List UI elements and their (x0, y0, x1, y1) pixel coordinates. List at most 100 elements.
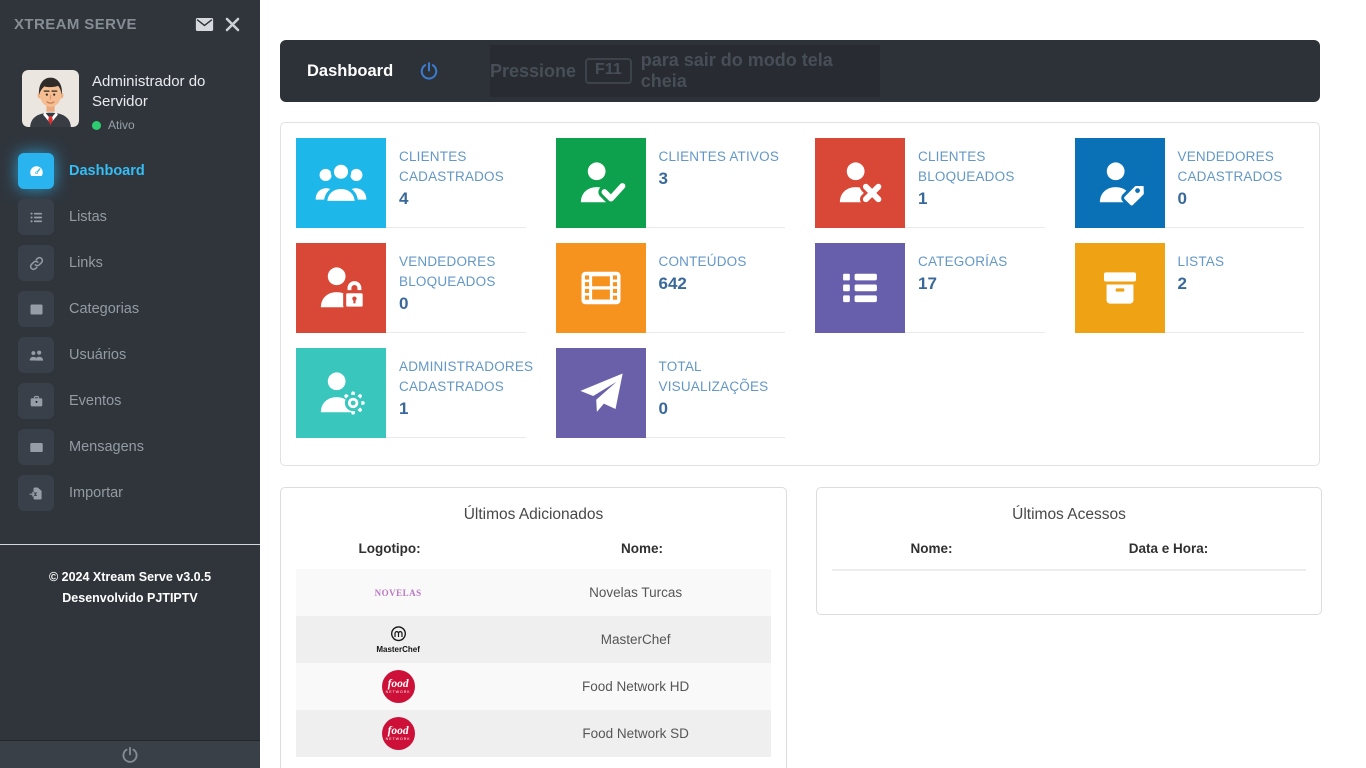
latest-added-panel: Últimos Adicionados Logotipo: Nome: NOVE… (280, 487, 787, 768)
power-icon (120, 745, 140, 765)
fullscreen-notice: Pressione F11 para sair do modo tela che… (490, 45, 880, 97)
sidebar-power-button[interactable] (0, 740, 260, 768)
sidebar-item-importar[interactable]: Importar (0, 470, 260, 516)
novelas-logo: NOVELAS (375, 588, 422, 598)
sidebar: XTREAM SERVE (0, 0, 260, 768)
food-network-logo: foodnetwork (382, 717, 415, 750)
sidebar-item-dashboard[interactable]: Dashboard (0, 148, 260, 194)
briefcase-icon (18, 383, 54, 419)
stats-panel: CLIENTES CADASTRADOS4 CLIENTES ATIVOS3 CLI… (280, 122, 1320, 466)
user-profile: Administrador do Servidor Ativo (0, 48, 260, 132)
topbar: Dashboard Pressione F11 para sair do mod… (280, 40, 1320, 102)
paper-plane-icon (556, 348, 646, 438)
sidebar-item-label: Usuários (69, 347, 126, 363)
sidebar-item-label: Importar (69, 485, 123, 501)
user-gear-icon (296, 348, 386, 438)
sidebar-item-label: Links (69, 255, 103, 271)
import-icon (18, 475, 54, 511)
user-lock-icon (296, 243, 386, 333)
stat-value: 1 (399, 399, 533, 419)
column-header-nome: Nome: (498, 541, 786, 556)
sidebar-divider (0, 544, 260, 545)
sidebar-item-eventos[interactable]: Eventos (0, 378, 260, 424)
main-content: Dashboard Pressione F11 para sair do mod… (260, 0, 1366, 768)
stat-value: 642 (659, 274, 747, 294)
stat-card-conteudos[interactable]: CONTEÚDOS642 (556, 243, 786, 333)
stat-card-categorias[interactable]: CATEGORÍAS17 (815, 243, 1045, 333)
masterchef-logo: MasterChef (376, 625, 420, 654)
link-icon (18, 245, 54, 281)
stat-value: 2 (1178, 274, 1225, 294)
user-status: Ativo (92, 118, 222, 132)
stat-label: TOTAL VISUALIZAÇÕES (659, 357, 786, 397)
column-header-nome: Nome: (832, 541, 1031, 556)
stat-label: CONTEÚDOS (659, 252, 747, 272)
user-tag-icon (1075, 138, 1165, 228)
name-cell: Food Network SD (500, 726, 771, 741)
avatar (22, 70, 79, 127)
envelope-icon (18, 429, 54, 465)
stat-value: 0 (659, 399, 786, 419)
latest-access-header: Nome: Data e Hora: (832, 537, 1306, 571)
list-icon (815, 243, 905, 333)
name-cell: MasterChef (500, 632, 771, 647)
stat-label: LISTAS (1178, 252, 1225, 272)
table-row: foodnetwork Food Network SD (296, 710, 771, 757)
footer-version: © 2024 Xtream Serve v3.0.5 (0, 567, 260, 588)
f11-key: F11 (585, 58, 632, 84)
stat-card-listas[interactable]: LISTAS2 (1075, 243, 1305, 333)
latest-added-rows: NOVELASNovelas TurcasMasterChefMasterChe… (296, 569, 771, 757)
close-icon[interactable] (218, 12, 246, 36)
sidebar-item-categorias[interactable]: Categorias (0, 286, 260, 332)
sidebar-item-links[interactable]: Links (0, 240, 260, 286)
fullscreen-prefix: Pressione (490, 61, 576, 82)
sidebar-item-label: Eventos (69, 393, 121, 409)
messages-envelope-icon[interactable] (190, 12, 218, 36)
stat-card-clientes-bloqueados[interactable]: CLIENTES BLOQUEADOS1 (815, 138, 1045, 228)
logo-cell: foodnetwork (296, 717, 500, 750)
stat-label: VENDEDORES CADASTRADOS (1178, 147, 1305, 187)
sidebar-item-mensagens[interactable]: Mensagens (0, 424, 260, 470)
footer-developer: Desenvolvido PJTIPTV (0, 588, 260, 609)
status-dot-icon (92, 121, 101, 130)
stat-card-clientes-cadastrados[interactable]: CLIENTES CADASTRADOS4 (296, 138, 526, 228)
user-name: Administrador do Servidor (92, 72, 222, 112)
stat-value: 0 (1178, 189, 1305, 209)
fullscreen-suffix: para sair do modo tela cheia (641, 50, 880, 92)
latest-access-panel: Últimos Acessos Nome: Data e Hora: (816, 487, 1322, 615)
logout-power-button[interactable] (418, 60, 440, 82)
sidebar-item-listas[interactable]: Listas (0, 194, 260, 240)
stat-label: CATEGORÍAS (918, 252, 1008, 272)
latest-access-title: Últimos Acessos (817, 488, 1321, 537)
logo-cell: MasterChef (296, 625, 500, 654)
column-header-logotipo: Logotipo: (281, 541, 498, 556)
stat-card-clientes-ativos[interactable]: CLIENTES ATIVOS3 (556, 138, 786, 228)
film-icon (556, 243, 646, 333)
user-x-icon (815, 138, 905, 228)
stat-card-total-visualizacoes[interactable]: TOTAL VISUALIZAÇÕES0 (556, 348, 786, 438)
name-cell: Food Network HD (500, 679, 771, 694)
page-title: Dashboard (307, 62, 393, 81)
logo-cell: foodnetwork (296, 670, 500, 703)
brand-title: XTREAM SERVE (14, 16, 190, 33)
latest-added-header: Logotipo: Nome: (281, 537, 786, 569)
name-cell: Novelas Turcas (500, 585, 771, 600)
user-check-icon (556, 138, 646, 228)
sidebar-footer: © 2024 Xtream Serve v3.0.5 Desenvolvido … (0, 567, 260, 609)
stat-card-vendedores-cadastrados[interactable]: VENDEDORES CADASTRADOS0 (1075, 138, 1305, 228)
sidebar-header: XTREAM SERVE (0, 0, 260, 48)
box-icon (1075, 243, 1165, 333)
sidebar-item-usuarios[interactable]: Usuários (0, 332, 260, 378)
column-header-data-hora: Data e Hora: (1031, 541, 1306, 556)
stat-value: 4 (399, 189, 526, 209)
users-icon (18, 337, 54, 373)
table-row: MasterChef MasterChef (296, 616, 771, 663)
table-row: foodnetwork Food Network HD (296, 663, 771, 710)
stat-value: 0 (399, 294, 526, 314)
stat-card-vendedores-bloqueados[interactable]: VENDEDORES BLOQUEADOS0 (296, 243, 526, 333)
stat-label: CLIENTES CADASTRADOS (399, 147, 526, 187)
table-icon (18, 291, 54, 327)
food-network-logo: foodnetwork (382, 670, 415, 703)
stat-card-administradores-cadastrados[interactable]: ADMINISTRADORES CADASTRADOS1 (296, 348, 526, 438)
sidebar-item-label: Dashboard (69, 163, 145, 179)
